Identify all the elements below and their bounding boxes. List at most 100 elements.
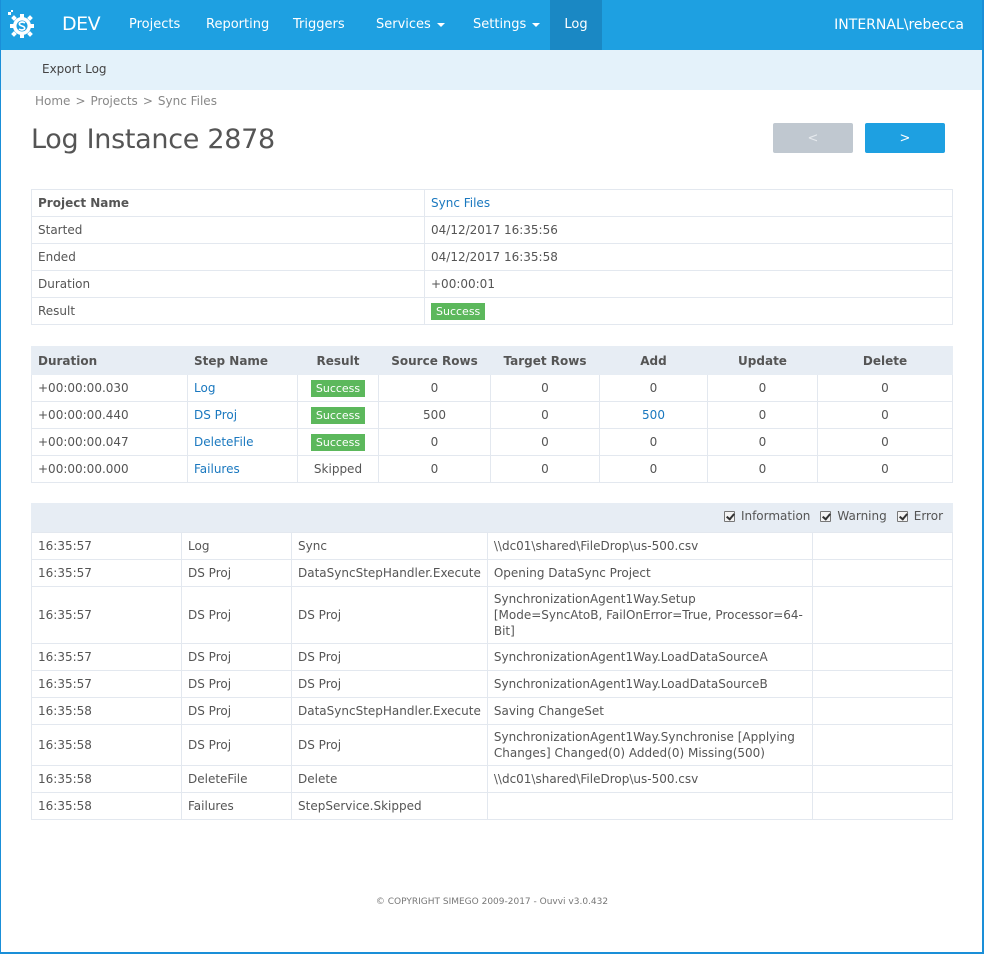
info-row-project: Project Name Sync Files	[31, 189, 953, 217]
step-add-link[interactable]: 500	[642, 408, 665, 422]
step-target-rows: 0	[490, 455, 600, 483]
log-row: 16:35:58 Failures StepService.Skipped	[31, 792, 954, 820]
log-extra	[811, 643, 954, 671]
information-checkbox[interactable]	[723, 510, 735, 522]
nav-projects[interactable]: Projects	[129, 0, 180, 50]
log-time: 16:35:58	[31, 724, 182, 766]
log-extra	[811, 697, 954, 725]
log-message: Opening DataSync Project	[486, 559, 813, 587]
breadcrumb-projects[interactable]: Projects	[91, 94, 138, 108]
page-title: Log Instance 2878	[31, 124, 275, 155]
brand-name[interactable]: DEV	[62, 13, 101, 35]
log-extra	[811, 724, 954, 766]
filter-error[interactable]: Error	[896, 509, 943, 523]
log-step: DeleteFile	[181, 765, 292, 793]
step-duration: +00:00:00.030	[31, 374, 188, 402]
log-message: \\dc01\shared\FileDrop\us-500.csv	[486, 765, 813, 793]
log-row: 16:35:58 DS Proj DS Proj SynchronizationAge…	[31, 724, 954, 766]
nav-reporting[interactable]: Reporting	[206, 0, 269, 50]
info-key: Project Name	[31, 189, 425, 217]
warning-checkbox[interactable]	[820, 510, 832, 522]
log-time: 16:35:57	[31, 532, 182, 560]
info-row-result: Result Success	[31, 297, 953, 325]
nav-triggers[interactable]: Triggers	[293, 0, 345, 50]
caret-down-icon	[436, 22, 445, 27]
log-time: 16:35:57	[31, 670, 182, 698]
step-update: 0	[707, 428, 818, 456]
column-header-source-rows[interactable]: Source Rows	[378, 346, 491, 375]
current-user[interactable]: INTERNAL\rebecca	[834, 0, 964, 50]
log-extra	[811, 559, 954, 587]
filter-label: Warning	[837, 509, 887, 523]
step-duration: +00:00:00.047	[31, 428, 188, 456]
column-header-duration[interactable]: Duration	[31, 346, 188, 375]
column-header-add[interactable]: Add	[599, 346, 708, 375]
step-name-link[interactable]: DeleteFile	[194, 435, 254, 449]
step-target-rows: 0	[490, 401, 600, 429]
export-log-link[interactable]: Export Log	[42, 62, 107, 76]
step-name-link[interactable]: Failures	[194, 462, 240, 476]
nav-log[interactable]: Log	[550, 0, 602, 50]
step-duration: +00:00:00.440	[31, 401, 188, 429]
filter-warning[interactable]: Warning	[820, 509, 887, 523]
next-instance-button[interactable]: >	[865, 123, 945, 153]
log-time: 16:35:58	[31, 792, 182, 820]
column-header-update[interactable]: Update	[707, 346, 818, 375]
column-header-delete[interactable]: Delete	[817, 346, 953, 375]
log-filter-bar: Information Warning Error	[31, 503, 953, 532]
step-row: +00:00:00.047 DeleteFile Success 0 0 0 0…	[31, 428, 953, 456]
step-source-rows: 0	[378, 455, 491, 483]
step-source-rows: 0	[378, 374, 491, 402]
step-row: +00:00:00.030 Log Success 0 0 0 0 0	[31, 374, 953, 402]
log-message	[486, 792, 813, 820]
step-target-rows: 0	[490, 428, 600, 456]
nav-settings-dropdown[interactable]: Settings	[473, 0, 541, 50]
step-result-text: Skipped	[297, 455, 379, 483]
log-step: DS Proj	[181, 670, 292, 698]
breadcrumb-current: Sync Files	[157, 94, 217, 108]
log-step: DS Proj	[181, 724, 292, 766]
top-navbar: DEV Projects Reporting Triggers Services…	[0, 0, 984, 50]
log-step: Failures	[181, 792, 292, 820]
log-message: Saving ChangeSet	[486, 697, 813, 725]
info-value: 04/12/2017 16:35:56	[424, 216, 953, 244]
error-checkbox[interactable]	[896, 510, 908, 522]
log-source: DS Proj	[291, 586, 488, 644]
log-message: SynchronizationAgent1Way.LoadDataSourceB	[486, 670, 813, 698]
step-add: 0	[599, 428, 708, 456]
info-row-duration: Duration +00:00:01	[31, 270, 953, 298]
step-delete: 0	[817, 428, 953, 456]
instance-info-table: Project Name Sync Files Started 04/12/20…	[31, 189, 953, 325]
info-value: +00:00:01	[424, 270, 953, 298]
column-header-result[interactable]: Result	[297, 346, 379, 375]
info-value: Success	[424, 297, 953, 325]
step-name-link[interactable]: Log	[194, 381, 215, 395]
step-name-link[interactable]: DS Proj	[194, 408, 237, 422]
log-message: SynchronizationAgent1Way.LoadDataSourceA	[486, 643, 813, 671]
step-add: 0	[599, 374, 708, 402]
log-extra	[811, 792, 954, 820]
project-link[interactable]: Sync Files	[431, 196, 490, 210]
filter-label: Information	[740, 509, 811, 523]
step-duration: +00:00:00.000	[31, 455, 188, 483]
previous-instance-button[interactable]: <	[773, 123, 853, 153]
filter-information[interactable]: Information	[723, 509, 811, 523]
nav-settings-label: Settings	[473, 17, 527, 32]
footer-copyright: © COPYRIGHT SIMEGO 2009-2017 - Ouvvi v3.…	[375, 897, 609, 907]
log-source: DS Proj	[291, 724, 488, 766]
log-source: DS Proj	[291, 643, 488, 671]
log-row: 16:35:58 DS Proj DataSyncStepHandler.Execu…	[31, 697, 954, 725]
log-extra	[811, 532, 954, 560]
step-delete: 0	[817, 401, 953, 429]
gear-logo-icon[interactable]	[6, 9, 38, 41]
step-update: 0	[707, 455, 818, 483]
info-row-started: Started 04/12/2017 16:35:56	[31, 216, 953, 244]
column-header-step-name[interactable]: Step Name	[187, 346, 298, 375]
log-time: 16:35:58	[31, 697, 182, 725]
info-value: 04/12/2017 16:35:58	[424, 243, 953, 271]
breadcrumb-home[interactable]: Home	[35, 94, 70, 108]
action-bar: Export Log	[0, 50, 984, 90]
step-delete: 0	[817, 374, 953, 402]
nav-services-dropdown[interactable]: Services	[376, 0, 445, 50]
column-header-target-rows[interactable]: Target Rows	[490, 346, 600, 375]
